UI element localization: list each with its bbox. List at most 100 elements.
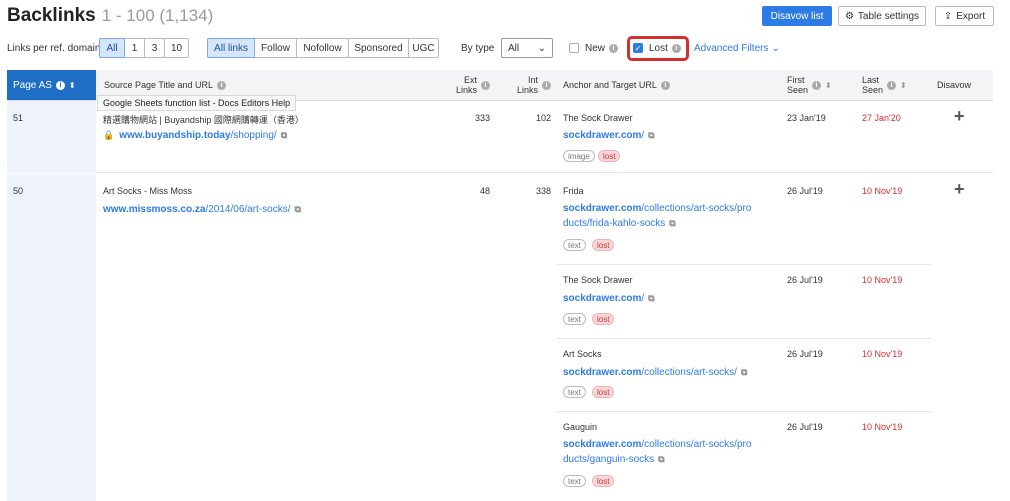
anchor-text: Art Socks (563, 349, 602, 359)
chevron-down-icon: ⌄ (771, 42, 780, 54)
last-seen-value: 10 Nov'19 (862, 275, 903, 285)
link-type-ugc[interactable]: UGC (409, 38, 439, 58)
info-icon: i (55, 80, 65, 90)
source-title: Art Socks - Miss Moss (103, 186, 193, 196)
export-button[interactable]: ⇪ Export (935, 6, 994, 26)
link-type-follow[interactable]: Follow (255, 38, 297, 58)
first-seen-value: 26 Jul'19 (787, 186, 823, 196)
new-filter[interactable]: New i (569, 38, 619, 58)
col-page-as[interactable]: Page AS i ⬍ (7, 70, 96, 101)
external-link-icon[interactable]: ⧉ (648, 130, 654, 140)
page-as-cell (7, 101, 96, 173)
lost-tag: lost (592, 386, 615, 398)
by-type-label: By type (461, 42, 495, 54)
col-int-links[interactable]: Int Links i (496, 70, 557, 101)
sort-icon[interactable]: ⬍ (900, 81, 907, 90)
disavow-plus-icon[interactable]: + (954, 106, 965, 127)
link-type-segment: All links Follow Nofollow Sponsored UGC (207, 38, 439, 58)
result-range: 1 - 100 (1,134) (101, 6, 214, 25)
first-seen-value: 26 Jul'19 (787, 275, 823, 285)
ext-links-value: 333 (474, 113, 490, 123)
col-anchor: Anchor and Target URL i (557, 70, 781, 101)
last-seen-value: 27 Jan'20 (862, 113, 901, 123)
info-icon: i (217, 80, 227, 90)
links-per-domain-label: Links per ref. domain (7, 42, 101, 54)
link-type-nofollow[interactable]: Nofollow (297, 38, 349, 58)
chevron-down-icon: ⌄ (537, 42, 546, 54)
disavow-list-button[interactable]: Disavow list (762, 6, 832, 26)
links-per-domain-all[interactable]: All (99, 38, 125, 58)
last-seen-value: 10 Nov'19 (862, 349, 903, 359)
advanced-filters-link[interactable]: Advanced Filters ⌄ (694, 38, 780, 58)
links-per-domain-1[interactable]: 1 (125, 38, 145, 58)
page-as-value: 50 (13, 186, 24, 196)
anchor-text: The Sock Drawer (563, 275, 633, 285)
first-seen-value: 26 Jul'19 (787, 422, 823, 432)
last-seen-value: 10 Nov'19 (862, 186, 903, 196)
lock-icon: 🔒 (103, 130, 115, 140)
source-title-tooltip: Google Sheets function list - Docs Edito… (97, 95, 297, 111)
external-link-icon[interactable]: ⧉ (648, 293, 654, 303)
page-as-value: 51 (13, 113, 24, 123)
target-url-link[interactable]: sockdrawer.com/⧉ (563, 128, 655, 143)
first-seen-value: 23 Jan'19 (787, 113, 826, 123)
link-type-tag: image (563, 150, 595, 162)
ext-links-value: 48 (479, 186, 490, 196)
anchor-text: Gauguin (563, 422, 598, 432)
disavow-plus-icon[interactable]: + (954, 179, 965, 200)
col-disavow: Disavow (931, 70, 993, 101)
info-icon: i (671, 43, 681, 53)
target-url-link[interactable]: sockdrawer.com/collections/art-socks/pro… (563, 202, 778, 231)
links-per-domain-10[interactable]: 10 (165, 38, 189, 58)
col-ext-links[interactable]: Ext Links i (434, 70, 496, 101)
first-seen-value: 26 Jul'19 (787, 349, 823, 359)
table-settings-button[interactable]: ⚙ Table settings (838, 6, 926, 26)
link-type-tag: text (563, 239, 586, 251)
col-last-seen[interactable]: Last Seen i ⬍ (856, 70, 931, 101)
int-links-value: 338 (535, 186, 551, 196)
new-checkbox[interactable] (569, 43, 579, 53)
int-links-value: 102 (535, 113, 551, 123)
info-icon: i (481, 80, 490, 90)
row-divider (557, 264, 931, 265)
lost-tag: lost (598, 150, 621, 162)
sort-icon[interactable]: ⬍ (69, 81, 76, 90)
info-icon: i (812, 80, 822, 90)
external-link-icon[interactable]: ⧉ (295, 204, 301, 214)
page-title: Backlinks (7, 5, 96, 26)
anchor-text: Frida (563, 186, 584, 196)
by-type-select[interactable]: All ⌄ (501, 38, 553, 58)
sort-icon[interactable]: ⬍ (825, 81, 832, 90)
link-type-all-links[interactable]: All links (207, 38, 255, 58)
info-icon: i (542, 80, 551, 90)
links-per-domain-segment: All 1 3 10 (99, 38, 189, 58)
info-icon: i (609, 43, 619, 53)
target-url-link[interactable]: sockdrawer.com/⧉ (563, 291, 655, 306)
source-title: 精選購物網站 | Buyandship 國際網購轉運（香港） (103, 115, 304, 125)
gear-icon: ⚙ (844, 10, 854, 22)
page-as-cell (7, 174, 96, 501)
link-type-tag: text (563, 475, 586, 487)
source-url-link[interactable]: 🔒 www.buyandship.today/shopping/⧉ (103, 128, 287, 143)
lost-tag: lost (592, 475, 615, 487)
source-url-link[interactable]: www.missmoss.co.za/2014/06/art-socks/⧉ (103, 202, 301, 217)
lost-filter[interactable]: ✓ Lost i (633, 38, 681, 58)
col-first-seen[interactable]: First Seen i ⬍ (781, 70, 856, 101)
external-link-icon[interactable]: ⧉ (741, 367, 747, 377)
external-link-icon[interactable]: ⧉ (658, 454, 664, 464)
row-divider (557, 411, 931, 412)
lost-checkbox[interactable]: ✓ (633, 43, 643, 53)
row-divider (557, 338, 931, 339)
external-link-icon[interactable]: ⧉ (281, 130, 287, 140)
link-type-tag: text (563, 386, 586, 398)
anchor-text: The Sock Drawer (563, 113, 633, 123)
link-type-tag: text (563, 313, 586, 325)
target-url-link[interactable]: sockdrawer.com/collections/art-socks/⧉ (563, 365, 747, 380)
info-icon: i (660, 80, 670, 90)
info-icon: i (887, 80, 897, 90)
links-per-domain-3[interactable]: 3 (145, 38, 165, 58)
target-url-link[interactable]: sockdrawer.com/collections/art-socks/pro… (563, 438, 778, 467)
external-link-icon[interactable]: ⧉ (669, 218, 675, 228)
lost-tag: lost (592, 313, 615, 325)
link-type-sponsored[interactable]: Sponsored (349, 38, 409, 58)
